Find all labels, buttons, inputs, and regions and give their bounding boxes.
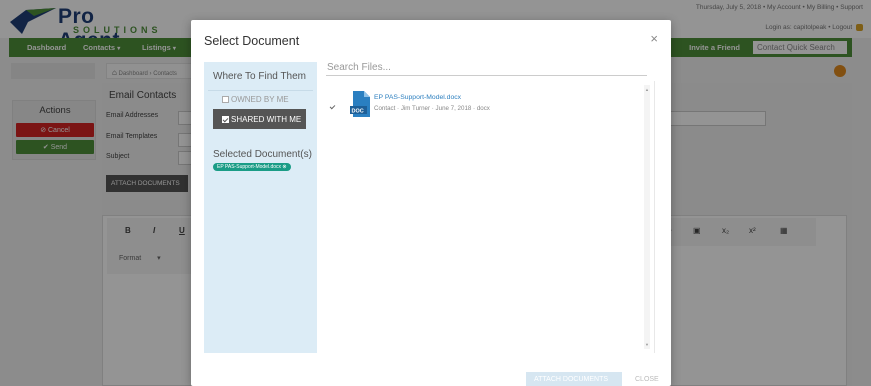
shared-with-me-filter[interactable]: SHARED WITH ME bbox=[213, 109, 306, 129]
scroll-up-icon[interactable]: ▲ bbox=[644, 87, 650, 92]
attach-documents-footer-button[interactable]: ATTACH DOCUMENTS bbox=[526, 372, 622, 386]
file-meta: Contact · Jim Turner · June 7, 2018 · do… bbox=[374, 105, 490, 112]
file-list: DOC EP PAS-Support-Model.docx Contact · … bbox=[318, 81, 655, 353]
checked-checkbox-icon[interactable] bbox=[222, 116, 229, 124]
owned-by-me-filter[interactable]: OWNED BY ME bbox=[222, 95, 289, 104]
file-list-scrollbar[interactable]: ▲ ▼ bbox=[644, 85, 650, 349]
scroll-down-icon[interactable]: ▼ bbox=[644, 342, 650, 347]
svg-text:DOC: DOC bbox=[352, 109, 364, 115]
where-to-find-panel: Where To Find Them OWNED BY ME SHARED WI… bbox=[204, 62, 317, 353]
modal-title: Select Document bbox=[204, 34, 300, 48]
selected-documents-title: Selected Document(s) bbox=[213, 149, 312, 160]
selected-document-chip[interactable]: EP PAS-Support-Model.docx ⊗ bbox=[213, 163, 291, 171]
where-to-find-title: Where To Find Them bbox=[213, 71, 307, 82]
divider bbox=[208, 90, 313, 91]
close-icon[interactable]: × bbox=[650, 32, 658, 45]
file-name[interactable]: EP PAS-Support-Model.docx bbox=[374, 94, 461, 101]
word-doc-icon: DOC bbox=[350, 91, 370, 117]
close-footer-button[interactable]: CLOSE bbox=[627, 372, 661, 386]
select-document-modal: Select Document × Where To Find Them OWN… bbox=[191, 20, 671, 386]
owned-by-me-label: OWNED BY ME bbox=[231, 95, 289, 104]
file-checkbox[interactable] bbox=[329, 104, 336, 111]
search-files-input[interactable] bbox=[326, 60, 647, 76]
checkbox-icon[interactable] bbox=[222, 96, 229, 104]
shared-with-me-label: SHARED WITH ME bbox=[231, 115, 302, 124]
